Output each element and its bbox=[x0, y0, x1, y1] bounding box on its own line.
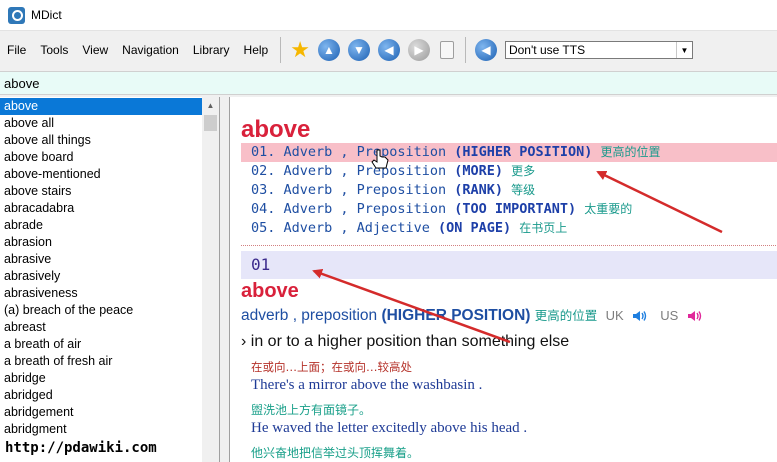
list-item[interactable]: a breath of fresh air bbox=[0, 353, 202, 370]
tts-select[interactable]: Don't use TTS ▼ bbox=[504, 41, 693, 59]
definition: › in or to a higher position than someth… bbox=[241, 333, 569, 351]
menu-toolbar: File Tools View Navigation Library Help … bbox=[0, 31, 777, 69]
section-chinese: 更高的位置 bbox=[534, 308, 598, 323]
sense-chinese: 更高的位置 bbox=[600, 145, 661, 159]
menu-navigation[interactable]: Navigation bbox=[115, 43, 186, 57]
sense-number: 01. bbox=[251, 144, 276, 160]
sense-keyword: (TOO IMPORTANT) bbox=[454, 201, 577, 217]
section-pos: adverb , preposition bbox=[241, 307, 378, 324]
sense-number: 03. bbox=[251, 182, 276, 198]
chevron-down-icon[interactable]: ▼ bbox=[675, 42, 692, 58]
speaker-icon[interactable]: ◀ bbox=[474, 39, 497, 61]
speaker-uk-icon[interactable] bbox=[632, 310, 648, 322]
title-bar: MDict bbox=[0, 0, 777, 31]
menu-tools[interactable]: Tools bbox=[33, 43, 75, 57]
example-chinese: 他兴奋地把信举过头顶挥舞着。 bbox=[251, 446, 420, 460]
list-item[interactable]: abridged bbox=[0, 387, 202, 404]
star-icon[interactable]: ★ bbox=[290, 39, 310, 61]
example-chinese: 盥洗池上方有面镜子。 bbox=[251, 403, 372, 417]
sense-keyword: (RANK) bbox=[454, 182, 504, 198]
list-item[interactable]: abridgment bbox=[0, 421, 202, 438]
sense-chinese: 更多 bbox=[511, 164, 536, 178]
list-item[interactable]: abrasive bbox=[0, 251, 202, 268]
list-item[interactable]: (a) breach of the peace bbox=[0, 302, 202, 319]
sense-pos: Adverb , Preposition bbox=[283, 182, 447, 198]
clipboard-icon[interactable] bbox=[439, 41, 454, 59]
entry-headword: above bbox=[241, 116, 311, 143]
section-number: 01 bbox=[241, 251, 777, 279]
sense-chinese: 等级 bbox=[511, 183, 536, 197]
list-item[interactable]: above all bbox=[0, 115, 202, 132]
sense-chinese: 在书页上 bbox=[519, 221, 568, 235]
scroll-up-icon[interactable]: ▲ bbox=[202, 97, 219, 114]
sense-pos: Adverb , Preposition bbox=[283, 144, 447, 160]
sense-chinese: 太重要的 bbox=[584, 202, 633, 216]
list-item[interactable]: abrasiveness bbox=[0, 285, 202, 302]
sense-pos: Adverb , Preposition bbox=[283, 163, 447, 179]
sense-link[interactable]: 04. Adverb , Preposition (TOO IMPORTANT)… bbox=[241, 200, 777, 219]
word-list-items: above above all above all things above b… bbox=[0, 98, 202, 438]
pron-us-label: US bbox=[660, 308, 679, 323]
arrow-up-icon[interactable]: ▲ bbox=[317, 39, 340, 61]
section-keyword: (HIGHER POSITION) bbox=[381, 307, 531, 324]
mdict-app-icon bbox=[8, 6, 25, 24]
menu-file[interactable]: File bbox=[0, 43, 33, 57]
sense-keyword: (HIGHER POSITION) bbox=[454, 144, 593, 160]
menu-help[interactable]: Help bbox=[237, 43, 276, 57]
menu-view[interactable]: View bbox=[75, 43, 115, 57]
toolbar-separator bbox=[464, 37, 466, 63]
example-english: He waved the letter excitedly above his … bbox=[251, 420, 528, 436]
sense-number: 02. bbox=[251, 163, 276, 179]
sense-keyword: (MORE) bbox=[454, 163, 504, 179]
definition-marker: › bbox=[241, 333, 247, 350]
list-item[interactable]: abrade bbox=[0, 217, 202, 234]
section-headword: above bbox=[241, 280, 299, 302]
list-item[interactable]: above all things bbox=[0, 132, 202, 149]
list-item[interactable]: abracadabra bbox=[0, 200, 202, 217]
sense-number: 05. bbox=[251, 220, 276, 236]
toolbar-separator bbox=[280, 37, 282, 63]
search-bar bbox=[0, 71, 777, 95]
pron-uk-label: UK bbox=[605, 308, 624, 323]
definition-text: in or to a higher position than somethin… bbox=[250, 333, 570, 350]
list-item[interactable]: above-mentioned bbox=[0, 166, 202, 183]
arrow-down-icon[interactable]: ▼ bbox=[347, 39, 370, 61]
watermark-text: http://pdawiki.com bbox=[5, 440, 157, 456]
speaker-us-icon[interactable] bbox=[687, 310, 703, 322]
sense-link[interactable]: 03. Adverb , Preposition (RANK) 等级 bbox=[241, 181, 777, 200]
sense-link[interactable]: 02. Adverb , Preposition (MORE) 更多 bbox=[241, 162, 777, 181]
example-english: There's a mirror above the washbasin . bbox=[251, 377, 483, 393]
search-input[interactable] bbox=[0, 74, 766, 92]
list-item[interactable]: abreast bbox=[0, 319, 202, 336]
sense-pos: Adverb , Preposition bbox=[283, 201, 447, 217]
window-title: MDict bbox=[31, 8, 62, 22]
list-item[interactable]: above stairs bbox=[0, 183, 202, 200]
sense-keyword: (ON PAGE) bbox=[437, 220, 512, 236]
word-list: above above all above all things above b… bbox=[0, 97, 220, 462]
word-list-scrollbar[interactable]: ▲ bbox=[202, 97, 219, 462]
sense-number: 04. bbox=[251, 201, 276, 217]
list-item[interactable]: abrasively bbox=[0, 268, 202, 285]
definition-chinese: 在或向…上面；在或向…较高处 bbox=[251, 360, 412, 374]
section-pos-row: adverb , preposition (HIGHER POSITION) 更… bbox=[241, 305, 707, 325]
arrow-right-icon[interactable]: ▶ bbox=[407, 39, 430, 61]
sense-link[interactable]: 05. Adverb , Adjective (ON PAGE) 在书页上 bbox=[241, 219, 777, 238]
entry-pane: above 01. Adverb , Preposition (HIGHER P… bbox=[229, 97, 777, 462]
list-item[interactable]: above bbox=[0, 98, 202, 115]
sense-link[interactable]: 01. Adverb , Preposition (HIGHER POSITIO… bbox=[241, 143, 777, 162]
sense-pos: Adverb , Adjective bbox=[283, 220, 430, 236]
section-divider bbox=[241, 245, 777, 246]
pane-splitter[interactable] bbox=[220, 97, 228, 462]
list-item[interactable]: a breath of air bbox=[0, 336, 202, 353]
list-item[interactable]: abrasion bbox=[0, 234, 202, 251]
scrollbar-thumb[interactable] bbox=[204, 115, 217, 131]
list-item[interactable]: abridgement bbox=[0, 404, 202, 421]
tts-value: Don't use TTS bbox=[508, 43, 586, 57]
list-item[interactable]: abridge bbox=[0, 370, 202, 387]
list-item[interactable]: above board bbox=[0, 149, 202, 166]
arrow-left-icon[interactable]: ◀ bbox=[377, 39, 400, 61]
menu-library[interactable]: Library bbox=[186, 43, 237, 57]
